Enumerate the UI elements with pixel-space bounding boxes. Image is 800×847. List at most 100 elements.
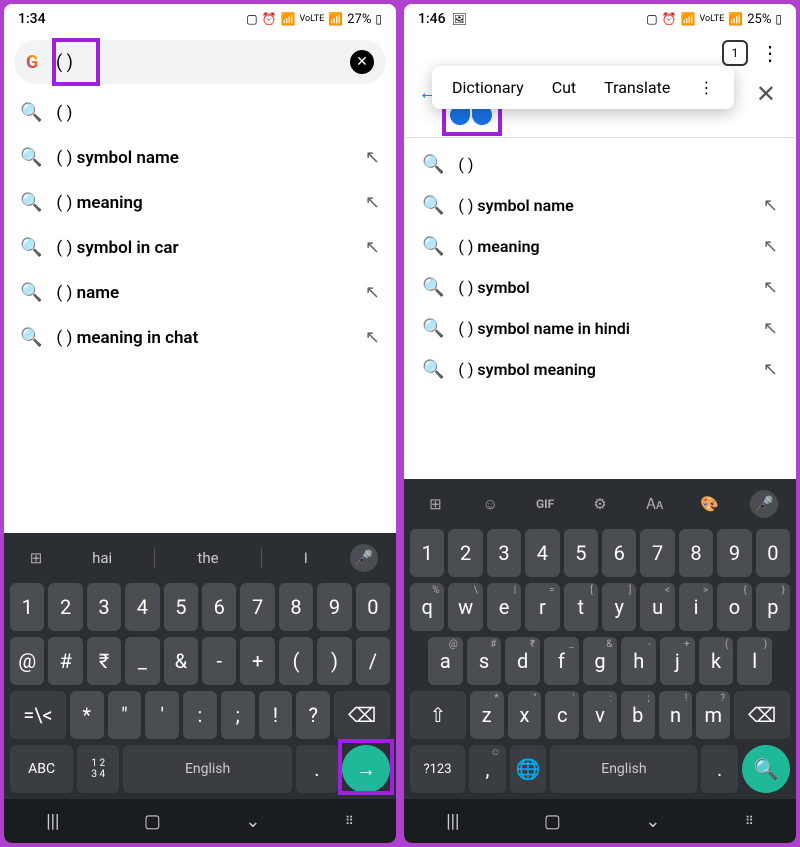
settings-icon[interactable]: ⚙ <box>586 495 614 513</box>
key-'[interactable]: ' <box>145 691 179 739</box>
suggestion-row[interactable]: 🔍 ( ) symbol name ↖ <box>404 185 796 226</box>
key-0[interactable]: 0 <box>356 583 390 631</box>
grid-icon[interactable]: ⊞ <box>22 549 50 567</box>
key-7[interactable]: 7 <box>240 583 274 631</box>
key-b[interactable]: b; <box>621 691 655 739</box>
nav-bar[interactable]: ||| ▢ ⌄ ⠿ <box>404 799 796 843</box>
keyboard-suggestion-row[interactable]: ⊞ hai the I 🎤 <box>8 539 392 577</box>
key-s[interactable]: s# <box>467 637 502 685</box>
key-r[interactable]: r= <box>525 583 559 631</box>
symbols-key[interactable]: =\< <box>10 691 66 739</box>
suggestion-row[interactable]: 🔍 ( ) symbol name ↖ <box>4 135 396 180</box>
key-?[interactable]: ? <box>296 691 330 739</box>
suggestion-row[interactable]: 🔍 ( ) meaning ↖ <box>4 180 396 225</box>
more-icon[interactable]: ⋮ <box>754 41 786 65</box>
key-k[interactable]: k( <box>699 637 734 685</box>
menu-translate[interactable]: Translate <box>594 78 680 97</box>
key-/[interactable]: / <box>356 637 390 685</box>
insert-arrow-icon[interactable]: ↖ <box>365 237 380 258</box>
key-4[interactable]: 4 <box>525 529 559 577</box>
word-suggestion[interactable]: I <box>290 549 322 567</box>
suggestion-row[interactable]: 🔍 ( ) symbol ↖ <box>404 267 796 308</box>
key-e[interactable]: e| <box>487 583 521 631</box>
insert-arrow-icon[interactable]: ↖ <box>365 327 380 348</box>
key-h[interactable]: h- <box>621 637 656 685</box>
key-+[interactable]: + <box>240 637 274 685</box>
key-1[interactable]: 1 <box>410 529 444 577</box>
globe-key[interactable]: 🌐 <box>510 745 547 793</box>
home-icon[interactable]: ▢ <box>144 811 161 832</box>
key-7[interactable]: 7 <box>640 529 674 577</box>
key-5[interactable]: 5 <box>564 529 598 577</box>
emoji-key[interactable]: ,☺ <box>469 745 506 793</box>
backspace-key[interactable]: ⌫ <box>734 691 790 739</box>
suggestion-row[interactable]: 🔍 ( ) <box>404 144 796 185</box>
key-l[interactable]: l) <box>737 637 772 685</box>
search-key[interactable]: 🔍 <box>742 745 790 793</box>
key-_[interactable]: _ <box>125 637 159 685</box>
symbols-key[interactable]: ?123 <box>410 745 465 793</box>
key-1[interactable]: 1 <box>10 583 44 631</box>
context-menu[interactable]: Dictionary Cut Translate ⋮ <box>432 66 734 109</box>
sticker-icon[interactable]: ☺ <box>476 495 504 513</box>
go-key[interactable]: → <box>342 745 390 793</box>
recents-icon[interactable]: ||| <box>446 811 459 832</box>
key-c[interactable]: c' <box>545 691 579 739</box>
insert-arrow-icon[interactable]: ↖ <box>763 277 778 298</box>
mic-icon[interactable]: 🎤 <box>750 490 778 518</box>
close-icon[interactable]: ✕ <box>756 80 776 108</box>
key-m[interactable]: m? <box>696 691 730 739</box>
key-2[interactable]: 2 <box>48 583 82 631</box>
insert-arrow-icon[interactable]: ↖ <box>365 192 380 213</box>
key-)[interactable]: ) <box>317 637 351 685</box>
key-0[interactable]: 0 <box>756 529 790 577</box>
key-g[interactable]: g& <box>583 637 618 685</box>
numbers-key[interactable]: 1 2 3 4 <box>77 745 119 793</box>
key-y[interactable]: y] <box>602 583 636 631</box>
key-p[interactable]: p} <box>756 583 790 631</box>
back-icon[interactable]: ⌄ <box>645 811 660 832</box>
space-key[interactable]: English <box>123 745 292 793</box>
search-input[interactable]: ( ) <box>56 52 340 73</box>
key-*[interactable]: * <box>70 691 104 739</box>
key-4[interactable]: 4 <box>125 583 159 631</box>
menu-more-icon[interactable]: ⋮ <box>688 78 724 97</box>
key-w[interactable]: w\ <box>448 583 482 631</box>
key-v[interactable]: v: <box>583 691 617 739</box>
key-#[interactable]: # <box>48 637 82 685</box>
key-3[interactable]: 3 <box>487 529 521 577</box>
key-[interactable]: " <box>108 691 142 739</box>
nav-bar[interactable]: ||| ▢ ⌄ ⠿ <box>4 799 396 843</box>
tab-count[interactable]: 1 <box>722 40 748 66</box>
insert-arrow-icon[interactable]: ↖ <box>763 236 778 257</box>
key-5[interactable]: 5 <box>164 583 198 631</box>
suggestion-row[interactable]: 🔍 ( ) meaning in chat ↖ <box>4 315 396 360</box>
key-z[interactable]: z* <box>470 691 504 739</box>
key-3[interactable]: 3 <box>87 583 121 631</box>
key-x[interactable]: x" <box>508 691 542 739</box>
key-n[interactable]: n! <box>659 691 693 739</box>
search-bar[interactable]: G ( ) ✕ <box>14 40 386 84</box>
suggestion-row[interactable]: 🔍 ( ) name ↖ <box>4 270 396 315</box>
shift-key[interactable]: ⇧ <box>410 691 466 739</box>
key-i[interactable]: i> <box>679 583 713 631</box>
period-key[interactable]: . <box>701 745 738 793</box>
key-t[interactable]: t[ <box>564 583 598 631</box>
key-₹[interactable]: ₹ <box>87 637 121 685</box>
menu-cut[interactable]: Cut <box>542 78 586 97</box>
key-j[interactable]: j+ <box>660 637 695 685</box>
insert-arrow-icon[interactable]: ↖ <box>365 282 380 303</box>
word-suggestion[interactable]: hai <box>78 549 126 567</box>
key--[interactable]: - <box>202 637 236 685</box>
insert-arrow-icon[interactable]: ↖ <box>763 359 778 380</box>
translate-icon[interactable]: 🗛 <box>641 495 669 513</box>
insert-arrow-icon[interactable]: ↖ <box>365 147 380 168</box>
insert-arrow-icon[interactable]: ↖ <box>763 195 778 216</box>
abc-key[interactable]: ABC <box>10 745 73 793</box>
suggestion-row[interactable]: 🔍 ( ) symbol in car ↖ <box>4 225 396 270</box>
key-:[interactable]: : <box>183 691 217 739</box>
mic-icon[interactable]: 🎤 <box>350 544 378 572</box>
suggestion-row[interactable]: 🔍 ( ) meaning ↖ <box>404 226 796 267</box>
keyboard-switch-icon[interactable]: ⠿ <box>345 814 354 828</box>
home-icon[interactable]: ▢ <box>544 811 561 832</box>
